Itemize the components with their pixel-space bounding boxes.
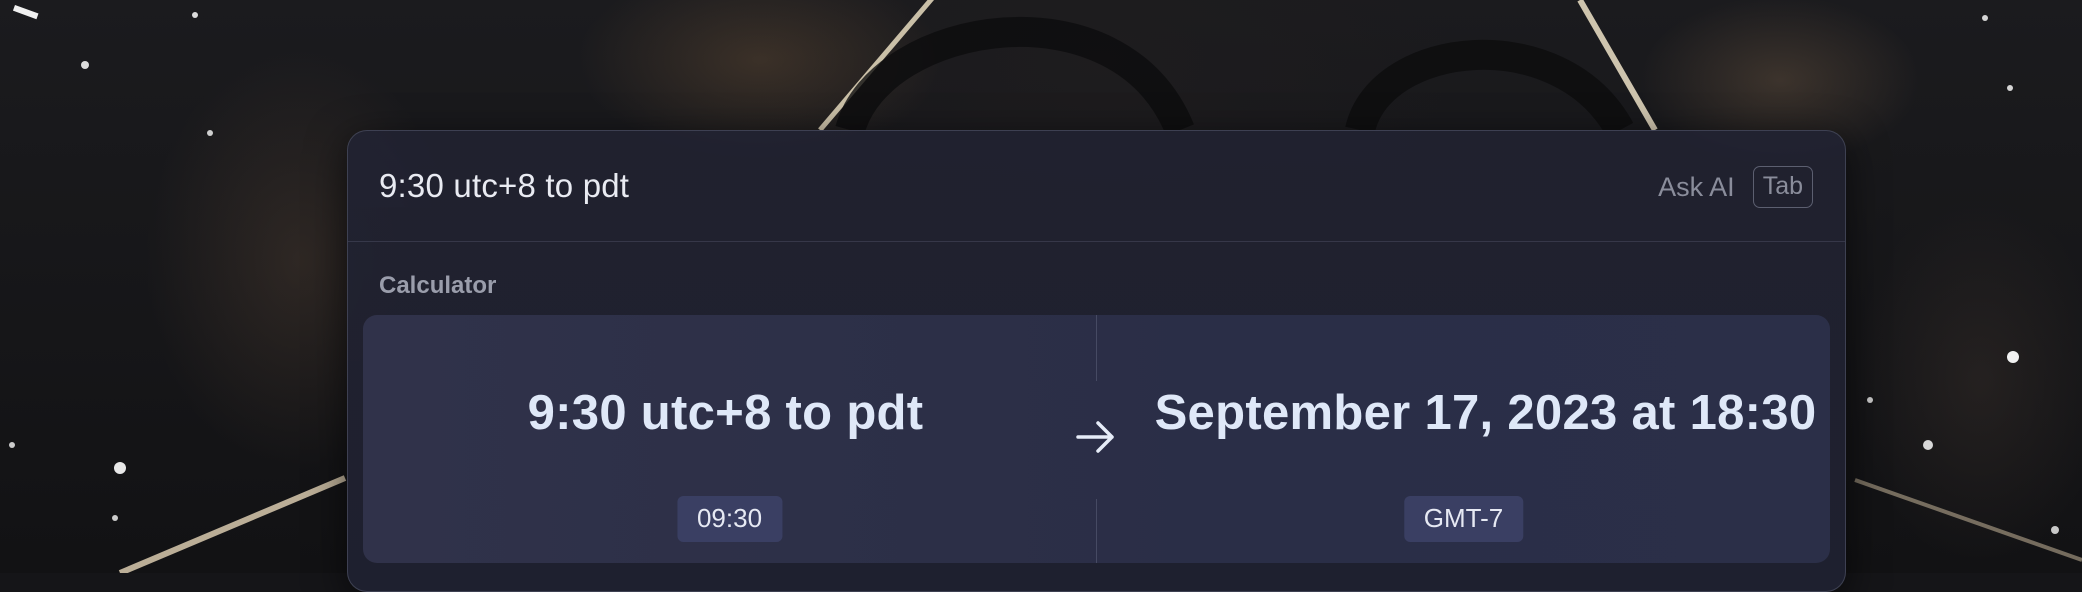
tab-key-badge: Tab xyxy=(1752,166,1813,208)
calculator-output-pane: September 17, 2023 at 18:30 GMT-7 xyxy=(1097,315,1830,563)
ask-ai-hint[interactable]: Ask AI Tab xyxy=(1658,166,1813,208)
search-query[interactable]: 9:30 utc+8 to pdt xyxy=(379,167,629,205)
section-label-calculator: Calculator xyxy=(379,272,497,299)
search-bar[interactable]: 9:30 utc+8 to pdt Ask AI Tab xyxy=(348,131,1845,242)
output-value: September 17, 2023 at 18:30 xyxy=(1154,386,1817,440)
input-expression: 9:30 utc+8 to pdt xyxy=(527,386,924,440)
calculator-result-card[interactable]: 9:30 utc+8 to pdt 09:30 September 17, 20… xyxy=(363,315,1830,563)
launcher-window: 9:30 utc+8 to pdt Ask AI Tab Calculator … xyxy=(347,130,1846,592)
input-caption-badge: 09:30 xyxy=(676,496,783,542)
calculator-input-pane: 9:30 utc+8 to pdt 09:30 xyxy=(363,315,1096,563)
output-caption-badge: GMT-7 xyxy=(1403,496,1524,542)
ask-ai-label[interactable]: Ask AI xyxy=(1658,172,1735,203)
